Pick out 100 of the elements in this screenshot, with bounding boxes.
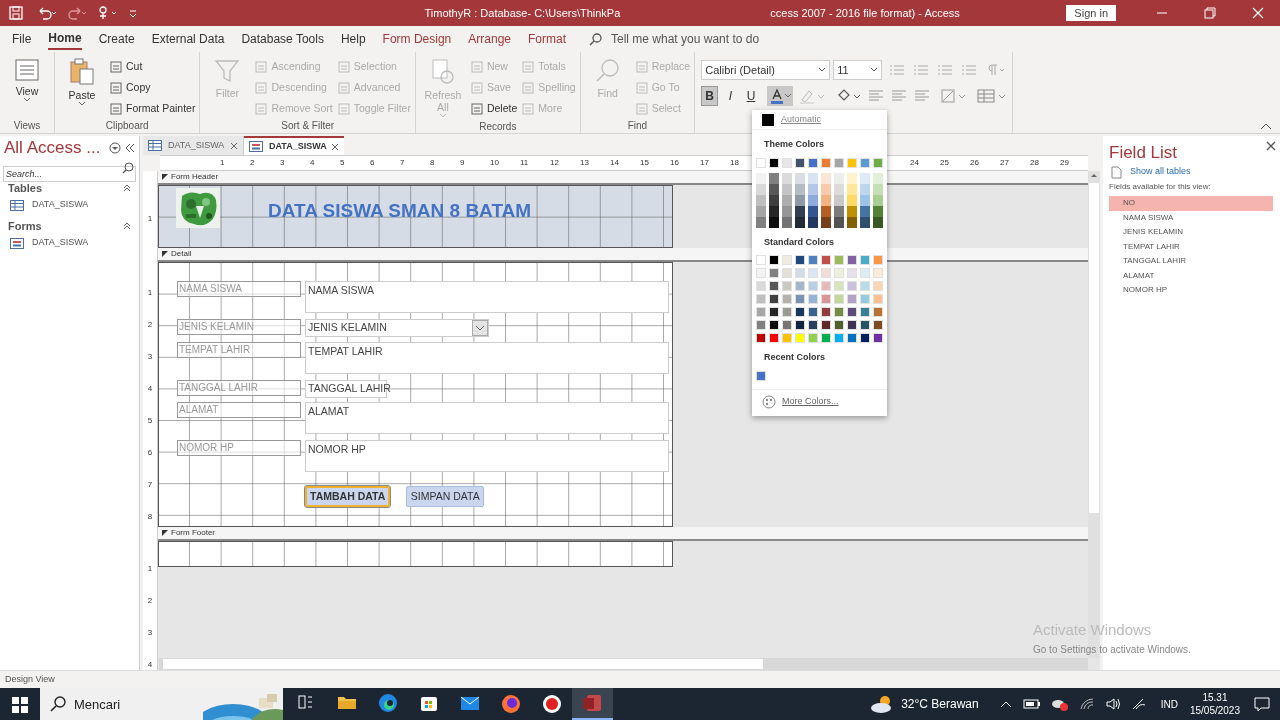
menu-tab[interactable]: Form Design (382, 28, 452, 50)
time-text: 15.31 (1202, 691, 1228, 704)
ruler-number: 2 (147, 595, 153, 606)
menu-tab[interactable]: Help (340, 28, 366, 50)
group-label: Records (478, 120, 518, 134)
caption: Fields available for this view: (1109, 181, 1212, 193)
ribbon-button[interactable]: Cut (109, 58, 196, 76)
ruler-number: 9 (460, 157, 465, 169)
menu-item[interactable]: Automatic (752, 110, 887, 130)
pane-title: Field List (1109, 142, 1178, 164)
document-tab[interactable]: DATA_SISWA (244, 136, 344, 155)
section-heading: Recent Colors (763, 351, 826, 364)
ruler-number: 5 (147, 415, 153, 426)
ribbon-button[interactable]: Paste (59, 56, 105, 118)
ruler-number: 3 (280, 157, 285, 169)
command-button[interactable]: TAMBAH DATA (305, 486, 391, 507)
ruler-number: 13 (580, 157, 589, 169)
link[interactable]: Show all tables (1130, 165, 1191, 179)
ruler-number: 8 (147, 511, 153, 522)
section-title: Form Footer (171, 527, 215, 539)
nav-item[interactable]: DATA_SISWA (0, 196, 139, 214)
ruler-number: 27 (1000, 157, 1009, 169)
text-box[interactable]: TEMPAT LAHIR (305, 342, 669, 374)
ruler-number: 3 (147, 627, 153, 638)
group-header[interactable]: Tables (8, 179, 43, 197)
field-item[interactable]: NOMOR HP (1109, 283, 1273, 298)
ruler-number: 7 (147, 479, 153, 490)
field-item[interactable]: ALAMAT (1109, 268, 1273, 283)
status-text: Design View (5, 672, 55, 686)
field-item[interactable]: TEMPAT LAHIR (1109, 239, 1273, 254)
ruler-number: 4 (147, 383, 153, 394)
format-button[interactable]: U (742, 86, 760, 106)
ruler-number: 3 (147, 351, 153, 362)
menu-tab[interactable]: Home (48, 28, 82, 50)
window-title: ccess 2007 - 2016 file format) - Access (770, 5, 960, 21)
ruler-number: 15 (640, 157, 649, 169)
clock[interactable]: 15.31 15/05/2023 (1189, 691, 1240, 717)
ruler-number: 6 (370, 157, 375, 169)
menu-tab[interactable]: File (12, 28, 32, 50)
command-button[interactable]: SIMPAN DATA (406, 486, 485, 507)
menu-tab[interactable]: External Data (151, 28, 225, 50)
nav-item[interactable]: DATA_SISWA (0, 234, 139, 252)
ruler-number: 26 (970, 157, 979, 169)
ruler-number: 2 (147, 319, 153, 330)
ruler-number: 5 (340, 157, 345, 169)
ruler-number: 2 (250, 157, 255, 169)
group-label: Views (12, 119, 42, 133)
format-button[interactable]: I (722, 86, 739, 106)
field-item[interactable]: NO (1109, 196, 1273, 211)
menu-tab[interactable]: Arrange (468, 28, 511, 50)
size-dropdown[interactable]: 11 (833, 60, 883, 80)
ruler-number: 17 (700, 157, 709, 169)
tell-me-field[interactable]: Tell me what you want to do (589, 30, 811, 48)
section-title: Form Header (171, 171, 219, 183)
ruler-number: 11 (520, 157, 529, 169)
format-button[interactable]: B (701, 86, 718, 106)
form-title: DATA SISWA SMAN 8 BATAM (268, 199, 532, 223)
group-label: Sort & Filter (280, 119, 336, 133)
ribbon-button[interactable]: Delete (469, 100, 518, 118)
ruler-number: 1 (220, 157, 225, 169)
ruler-number: 14 (610, 157, 619, 169)
menu-tab[interactable]: Database Tools (241, 28, 324, 50)
field-item[interactable]: NAMA SISWA (1109, 210, 1273, 225)
ribbon-button[interactable]: Copy (109, 79, 196, 97)
weather-text: 32°C Berawan (901, 696, 979, 713)
ruler-number: 6 (147, 447, 153, 458)
ruler-number: 29 (1060, 157, 1069, 169)
combo-box[interactable]: JENIS KELAMIN (305, 319, 489, 337)
menu-tab[interactable]: Format (528, 28, 566, 50)
group-header[interactable]: Forms (8, 217, 42, 235)
ribbon-button[interactable]: Format Painter (109, 100, 196, 118)
document-tab[interactable]: DATA_SISWA (143, 136, 244, 155)
text-box[interactable]: NAMA SISWA (305, 281, 669, 313)
field-item[interactable]: JENIS KELAMIN (1109, 225, 1273, 240)
menu-tab[interactable]: Create (98, 28, 135, 50)
search-field[interactable]: Mencari (40, 688, 203, 720)
menu-item[interactable]: More Colors... (752, 391, 887, 412)
ribbon-button[interactable]: View (4, 56, 50, 118)
font-dropdown[interactable]: Calibri (Detail) (701, 60, 831, 80)
ruler-number: 25 (940, 157, 949, 169)
search-field[interactable]: Search... (3, 166, 136, 182)
field-item[interactable]: TANGGAL LAHIR (1109, 254, 1273, 269)
section-title: Detail (171, 248, 192, 260)
section-heading: Theme Colors (763, 138, 825, 151)
window-title: TimothyR : Database- C:\Users\ThinkPa (424, 5, 621, 21)
ruler-number: 8 (430, 157, 435, 169)
ruler-number: 18 (730, 157, 739, 169)
ruler-number: 4 (310, 157, 315, 169)
group-label: Clipboard (104, 119, 150, 133)
ruler-number: 1 (147, 563, 153, 574)
ruler-number: 1 (147, 287, 153, 298)
activation-hint: Go to Settings to activate Windows. (1033, 642, 1191, 657)
text-box[interactable]: NOMOR HP (305, 440, 669, 472)
ruler-number: 16 (670, 157, 679, 169)
ruler-number: 12 (550, 157, 559, 169)
section-heading: Standard Colors (763, 235, 835, 249)
section-bar[interactable]: Form Footer (158, 527, 1088, 541)
sign-in-button[interactable]: Sign in (1066, 5, 1116, 21)
text-box[interactable]: ALAMAT (305, 402, 669, 434)
language-indicator[interactable]: IND (1160, 696, 1178, 712)
